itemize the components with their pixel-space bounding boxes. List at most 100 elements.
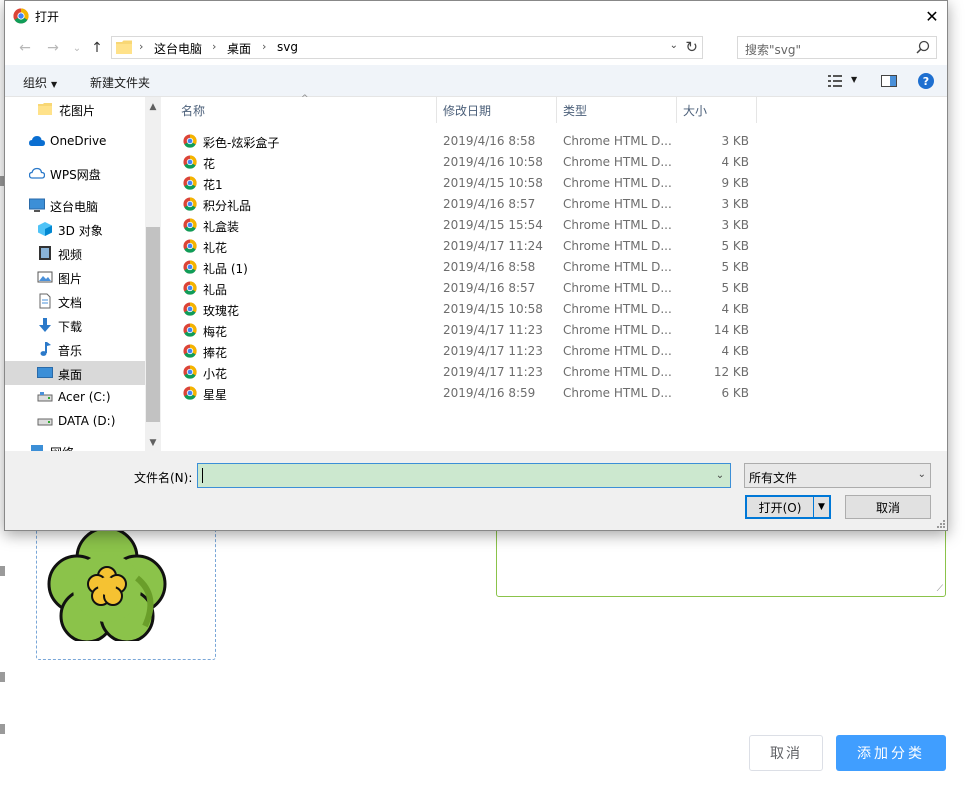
- scroll-down-icon[interactable]: ▼: [145, 435, 161, 451]
- breadcrumb-desktop[interactable]: 桌面: [227, 40, 251, 57]
- file-date: 2019/4/16 8:58: [443, 134, 536, 148]
- desktop-icon: [37, 367, 53, 378]
- organize-label: 组织: [23, 76, 48, 90]
- sidebar-item-documents[interactable]: 文档: [5, 289, 145, 313]
- resize-grip-icon[interactable]: ⟋: [937, 585, 943, 594]
- file-row[interactable]: 玫瑰花 2019/4/15 10:58 Chrome HTML D... 4 KB: [161, 299, 761, 320]
- chrome-html-file-icon: [183, 176, 197, 190]
- sidebar-item-desktop[interactable]: 桌面: [5, 361, 145, 385]
- file-row[interactable]: 星星 2019/4/16 8:59 Chrome HTML D... 6 KB: [161, 383, 761, 404]
- filename-input[interactable]: ⌄: [197, 463, 731, 488]
- dialog-cancel-button[interactable]: 取消: [845, 495, 931, 519]
- page-cancel-button[interactable]: 取消: [749, 735, 823, 771]
- open-button-label[interactable]: 打开(O): [747, 497, 813, 517]
- sidebar-item-drive-d[interactable]: DATA (D:): [5, 409, 145, 433]
- sidebar-item-label: 图片: [58, 272, 83, 286]
- open-button[interactable]: 打开(O) ▼: [745, 495, 831, 519]
- chrome-html-file-icon: [183, 239, 197, 253]
- file-row[interactable]: 花 2019/4/16 10:58 Chrome HTML D... 4 KB: [161, 152, 761, 173]
- sidebar-item-music[interactable]: 音乐: [5, 337, 145, 361]
- new-folder-button[interactable]: 新建文件夹: [90, 74, 150, 91]
- file-date: 2019/4/15 15:54: [443, 218, 543, 232]
- sidebar-scrollbar-thumb[interactable]: [146, 227, 160, 422]
- sidebar-item-pictures[interactable]: 图片: [5, 265, 145, 289]
- recent-locations-icon[interactable]: ⌄: [67, 38, 87, 58]
- video-icon: [39, 246, 51, 260]
- file-date: 2019/4/16 8:59: [443, 386, 536, 400]
- chrome-html-file-icon: [183, 134, 197, 148]
- sidebar-item-onedrive[interactable]: OneDrive: [5, 129, 145, 153]
- file-row[interactable]: 礼花 2019/4/17 11:24 Chrome HTML D... 5 KB: [161, 236, 761, 257]
- download-icon: [39, 318, 51, 332]
- back-arrow-icon[interactable]: ←: [15, 38, 35, 58]
- sidebar-item-label: 下载: [58, 320, 83, 334]
- open-options-dropdown-icon[interactable]: ▼: [813, 497, 829, 517]
- file-name: 礼花: [203, 241, 228, 255]
- column-name-label: 名称: [181, 103, 206, 118]
- sidebar-item-videos[interactable]: 视频: [5, 241, 145, 265]
- close-button[interactable]: ✕: [917, 1, 947, 31]
- sidebar-item-3d-objects[interactable]: 3D 对象: [5, 217, 145, 241]
- file-size: 4 KB: [721, 344, 749, 358]
- file-type-filter[interactable]: 所有文件 ⌄: [744, 463, 931, 488]
- file-size: 3 KB: [721, 134, 749, 148]
- help-icon[interactable]: ?: [918, 73, 934, 89]
- file-name: 积分礼品: [203, 199, 252, 213]
- file-row[interactable]: 花1 2019/4/15 10:58 Chrome HTML D... 9 KB: [161, 173, 761, 194]
- filename-dropdown-icon[interactable]: ⌄: [710, 464, 730, 487]
- add-category-button[interactable]: 添加分类: [836, 735, 946, 771]
- file-row[interactable]: 礼品 (1) 2019/4/16 8:58 Chrome HTML D... 5 KB: [161, 257, 761, 278]
- file-type: Chrome HTML D...: [563, 218, 672, 232]
- dialog-titlebar[interactable]: 打开 ✕: [5, 1, 947, 31]
- resize-grip-icon[interactable]: [935, 518, 945, 528]
- view-dropdown-icon[interactable]: ▼: [851, 75, 857, 84]
- file-name: 礼品 (1): [203, 262, 248, 276]
- sidebar-item-wps-cloud[interactable]: WPS网盘: [5, 161, 145, 185]
- breadcrumb-this-pc[interactable]: 这台电脑: [154, 40, 202, 57]
- column-header-size[interactable]: 大小: [677, 97, 757, 123]
- column-header-name[interactable]: 名称 ^: [161, 94, 437, 123]
- column-header-date[interactable]: 修改日期: [437, 97, 557, 123]
- file-type: Chrome HTML D...: [563, 323, 672, 337]
- address-bar[interactable]: › 这台电脑 › 桌面 › svg ⌄ ↻: [111, 36, 703, 59]
- file-row[interactable]: 梅花 2019/4/17 11:23 Chrome HTML D... 14 KB: [161, 320, 761, 341]
- forward-arrow-icon[interactable]: →: [43, 38, 63, 58]
- refresh-icon[interactable]: ↻: [685, 38, 698, 56]
- dialog-title: 打开: [35, 10, 60, 24]
- sidebar-item-drive-c[interactable]: Acer (C:): [5, 385, 145, 409]
- file-date: 2019/4/15 10:58: [443, 302, 543, 316]
- dialog-footer: 文件名(N): ⌄ 所有文件 ⌄ 打开(O) ▼ 取消: [5, 451, 947, 530]
- file-type: Chrome HTML D...: [563, 281, 672, 295]
- up-arrow-icon[interactable]: ↑: [87, 38, 107, 58]
- file-row[interactable]: 礼品 2019/4/16 8:57 Chrome HTML D... 5 KB: [161, 278, 761, 299]
- search-input[interactable]: 搜索"svg": [737, 36, 937, 59]
- sidebar-item-flower-pictures[interactable]: 花图片: [5, 97, 145, 121]
- file-size: 3 KB: [721, 218, 749, 232]
- preview-pane-icon[interactable]: [881, 73, 897, 89]
- sidebar-item-label: 花图片: [59, 104, 96, 118]
- sidebar-item-downloads[interactable]: 下载: [5, 313, 145, 337]
- breadcrumb-svg[interactable]: svg: [277, 40, 298, 54]
- caret-down-icon: ▼: [51, 80, 58, 89]
- search-icon[interactable]: [916, 40, 930, 54]
- sidebar-item-network[interactable]: 网络: [5, 439, 145, 451]
- sidebar-item-label: 这台电脑: [50, 200, 99, 214]
- file-size: 4 KB: [721, 155, 749, 169]
- file-type: Chrome HTML D...: [563, 365, 672, 379]
- column-header-type[interactable]: 类型: [557, 97, 677, 123]
- sidebar-item-this-pc[interactable]: 这台电脑: [5, 193, 145, 217]
- file-row[interactable]: 彩色-炫彩盒子 2019/4/16 8:58 Chrome HTML D... 3 K…: [161, 131, 761, 152]
- scroll-up-icon[interactable]: ▲: [145, 99, 161, 115]
- file-row[interactable]: 捧花 2019/4/17 11:23 Chrome HTML D... 4 KB: [161, 341, 761, 362]
- file-date: 2019/4/17 11:23: [443, 365, 543, 379]
- file-row[interactable]: 小花 2019/4/17 11:23 Chrome HTML D... 12 KB: [161, 362, 761, 383]
- file-row[interactable]: 积分礼品 2019/4/16 8:57 Chrome HTML D... 3 KB: [161, 194, 761, 215]
- view-options-icon[interactable]: [827, 73, 843, 89]
- file-size: 12 KB: [713, 365, 749, 379]
- file-name: 玫瑰花: [203, 304, 240, 318]
- sidebar-item-label: 3D 对象: [58, 224, 103, 238]
- address-dropdown-icon[interactable]: ⌄: [670, 40, 678, 51]
- chrome-html-file-icon: [183, 323, 197, 337]
- organize-menu[interactable]: 组织 ▼: [23, 74, 57, 91]
- file-row[interactable]: 礼盒装 2019/4/15 15:54 Chrome HTML D... 3 KB: [161, 215, 761, 236]
